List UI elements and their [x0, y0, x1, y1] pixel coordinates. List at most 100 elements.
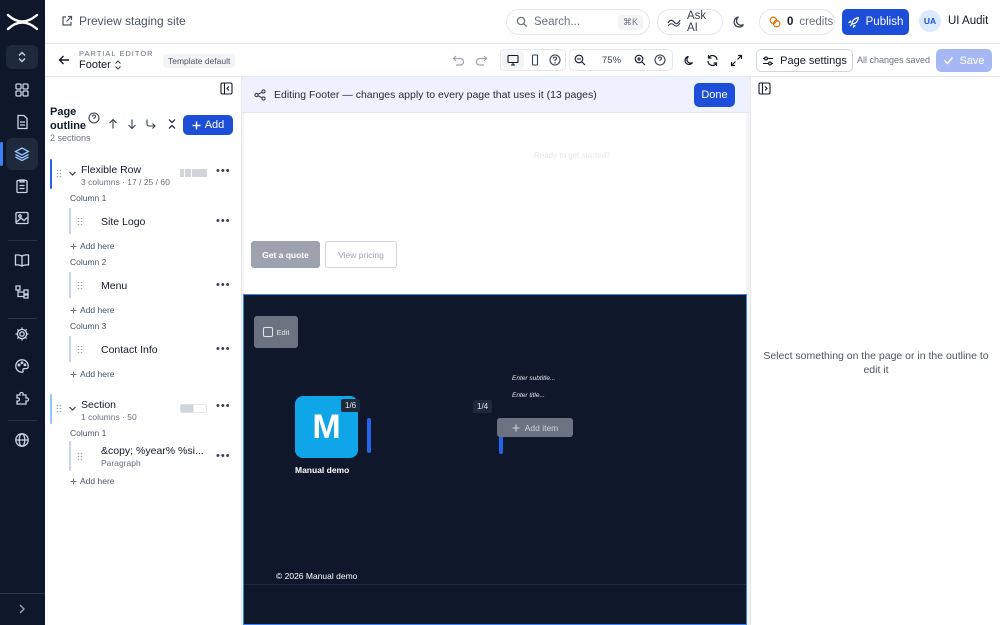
rail-layers[interactable] [0, 138, 38, 170]
rail-settings[interactable] [6, 318, 38, 350]
ask-ai-button[interactable]: Ask AI [657, 9, 723, 35]
rail-dashboard[interactable] [6, 74, 38, 106]
chevron-updown-icon [114, 60, 122, 70]
credits-button[interactable]: 0 credits [759, 9, 835, 35]
zoom-out-icon[interactable] [572, 52, 588, 68]
workspace-switcher[interactable] [6, 45, 38, 69]
add-here-button[interactable]: Add here [70, 305, 115, 315]
rail-domains[interactable] [6, 424, 38, 456]
chevron-down-icon[interactable] [68, 169, 77, 178]
outline-item-paragraph[interactable]: &copy; %year% %si... Paragraph ••• [45, 441, 235, 471]
editor-toolbar: PARTIAL EDITOR Footer Template default 7… [45, 44, 1000, 77]
more-options-icon[interactable]: ••• [216, 215, 231, 227]
arrow-down-icon[interactable] [126, 118, 138, 130]
drag-handle-icon[interactable] [77, 452, 83, 461]
outline-item-contact-info[interactable]: Contact Info ••• [45, 336, 235, 362]
add-here-label: Add here [80, 369, 115, 379]
rail-media[interactable] [6, 202, 38, 234]
more-options-icon[interactable]: ••• [216, 450, 231, 462]
rail-docs[interactable] [6, 244, 38, 276]
zoom-level[interactable]: 75% [602, 55, 621, 66]
page-settings-label: Page settings [780, 54, 847, 67]
help-circle-icon[interactable] [547, 52, 563, 68]
arrow-left-icon[interactable] [57, 53, 71, 67]
title-placeholder[interactable]: Enter title... [512, 392, 545, 399]
moon-icon[interactable] [731, 13, 749, 31]
undo-icon[interactable] [450, 52, 466, 68]
top-bar: Preview staging site Search... ⌘K Ask AI… [45, 0, 1000, 44]
more-options-icon[interactable]: ••• [216, 165, 231, 177]
column-resize-handle[interactable] [367, 418, 371, 453]
redo-icon[interactable] [473, 52, 489, 68]
mobile-icon[interactable] [527, 52, 543, 68]
get-quote-button[interactable]: Get a quote [251, 241, 320, 268]
drag-handle-icon[interactable] [77, 281, 83, 290]
drag-handle-icon[interactable] [56, 169, 62, 178]
moon-icon[interactable] [681, 52, 697, 68]
rocket-icon [847, 16, 860, 28]
add-here-button[interactable]: Add here [70, 241, 115, 251]
publish-label: Publish [865, 16, 904, 28]
add-here-button[interactable]: Add here [70, 369, 115, 379]
rail-sitemap[interactable] [6, 276, 38, 308]
add-here-button[interactable]: Add here [70, 476, 115, 486]
drag-handle-icon[interactable] [77, 345, 83, 354]
columns-preview-icon [180, 404, 207, 413]
plus-icon [512, 424, 520, 432]
help-circle-icon[interactable] [88, 112, 100, 124]
puzzle-icon [14, 390, 30, 406]
outline-item-menu[interactable]: Menu ••• [45, 272, 235, 298]
edit-chip[interactable]: Edit [254, 316, 298, 348]
footer-preview[interactable]: Edit M 1/6 Manual demo 1/4 Enter subtitl… [243, 294, 747, 625]
subtitle-placeholder[interactable]: Enter subtitle... [512, 375, 555, 382]
desktop-icon[interactable] [505, 52, 521, 68]
search-input[interactable]: Search... ⌘K [506, 9, 650, 35]
add-section-button[interactable]: Add [183, 115, 233, 135]
drag-handle-icon[interactable] [56, 404, 62, 413]
rail-pages[interactable] [6, 106, 38, 138]
arrow-up-icon[interactable] [107, 118, 119, 130]
more-options-icon[interactable]: ••• [216, 400, 231, 412]
zoom-in-icon[interactable] [632, 52, 648, 68]
plus-icon [70, 307, 77, 314]
corner-down-right-icon[interactable] [145, 118, 157, 130]
globe-icon [14, 432, 30, 448]
credits-count: 0 [787, 16, 794, 28]
page-settings-button[interactable]: Page settings [756, 49, 853, 72]
rail-plugins[interactable] [6, 382, 38, 414]
expand-icon[interactable] [728, 52, 744, 68]
drag-handle-icon[interactable] [77, 217, 83, 226]
done-button[interactable]: Done [694, 83, 735, 107]
save-button[interactable]: Save [936, 49, 992, 72]
more-options-icon[interactable]: ••• [216, 343, 231, 355]
chevron-down-icon[interactable] [68, 404, 77, 413]
outline-section-section[interactable]: Section 1 columns · 50 ••• [45, 394, 235, 424]
collapse-all-icon[interactable] [166, 118, 178, 130]
panel-collapse-icon[interactable] [220, 82, 233, 95]
edit-label: Edit [276, 327, 290, 337]
rail-forms[interactable] [6, 170, 38, 202]
chevron-right-icon[interactable] [14, 601, 30, 617]
refresh-icon[interactable] [704, 52, 720, 68]
outline-item-subtitle: 1 columns · 50 [81, 412, 137, 422]
add-here-label: Add here [80, 241, 115, 251]
preview-staging-link[interactable]: Preview staging site [61, 14, 186, 28]
search-placeholder: Search... [534, 16, 581, 28]
section-count: 2 sections [50, 133, 91, 143]
outline-section-flexible-row[interactable]: Flexible Row 3 columns · 17 / 25 / 60 ••… [45, 159, 235, 189]
outline-item-title: Flexible Row [81, 164, 142, 176]
publish-button[interactable]: Publish [842, 9, 909, 35]
editing-banner: Editing Footer — changes apply to every … [242, 77, 750, 113]
save-label: Save [959, 54, 985, 67]
panel-collapse-icon[interactable] [758, 82, 771, 95]
view-pricing-button[interactable]: View pricing [325, 241, 397, 268]
help-circle-icon[interactable] [652, 52, 668, 68]
more-options-icon[interactable]: ••• [216, 279, 231, 291]
outline-item-title: Site Logo [101, 216, 146, 228]
brand-logo-icon[interactable] [6, 10, 39, 34]
outline-item-site-logo[interactable]: Site Logo ••• [45, 208, 235, 234]
user-menu[interactable]: UA UI Audit [919, 10, 988, 32]
add-menu-item-button[interactable]: Add item [497, 418, 573, 437]
rail-theme[interactable] [6, 350, 38, 382]
partial-selector[interactable]: Footer [79, 59, 122, 71]
